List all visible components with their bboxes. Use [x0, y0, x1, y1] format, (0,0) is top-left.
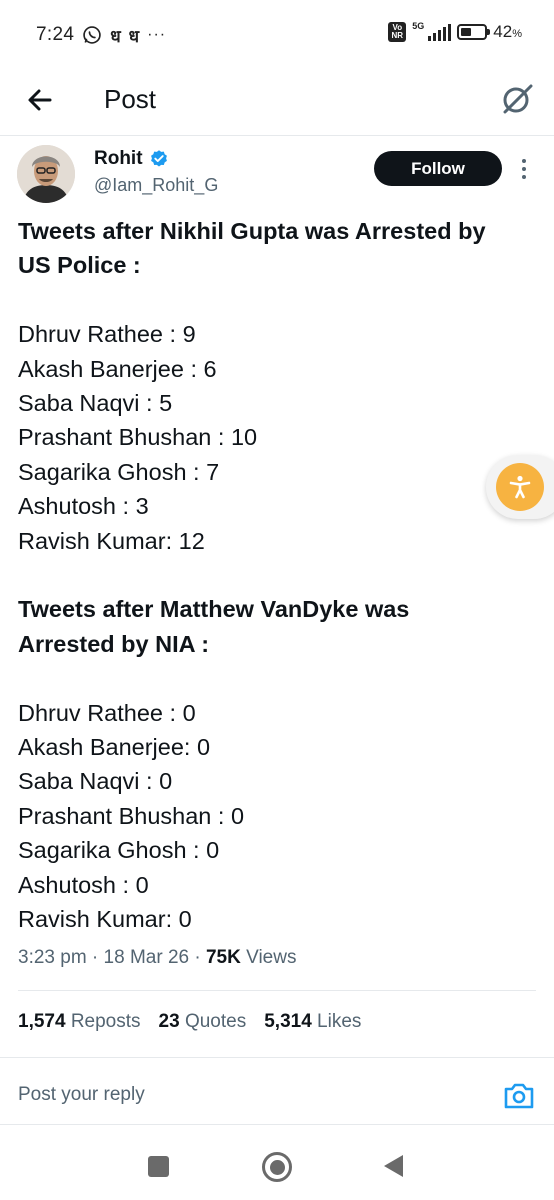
list-item: Sagarika Ghosh : 7 — [18, 458, 220, 485]
list-item: Ravish Kumar: 12 — [18, 527, 205, 554]
follow-button[interactable]: Follow — [374, 151, 502, 186]
status-time: 7:24 — [36, 24, 75, 45]
reposts-link[interactable]: 1,574 Reposts — [18, 1011, 141, 1033]
likes-link[interactable]: 5,314 Likes — [264, 1011, 361, 1033]
divider — [18, 990, 536, 991]
section-heading: US Police : — [18, 252, 141, 279]
post-text: Tweets after Nikhil Gupta was Arrested b… — [18, 214, 538, 936]
author-handle[interactable]: @Iam_Rohit_G — [94, 175, 218, 196]
camera-icon[interactable] — [503, 1081, 535, 1111]
notification-icon: ध — [128, 26, 140, 47]
section-heading: Arrested by NIA : — [18, 630, 210, 657]
reply-input[interactable]: Post your reply — [18, 1084, 145, 1106]
avatar[interactable] — [17, 145, 75, 203]
engagement-stats: 1,574 Reposts 23 Quotes 5,314 Likes — [18, 1011, 361, 1033]
views-label: Views — [246, 947, 297, 968]
back-triangle-icon[interactable] — [384, 1155, 403, 1177]
author-name[interactable]: Rohit — [94, 148, 169, 170]
recent-apps-icon[interactable] — [148, 1156, 169, 1177]
grok-icon[interactable] — [498, 80, 536, 118]
home-icon[interactable] — [262, 1152, 292, 1182]
accessibility-icon — [509, 475, 531, 499]
post-time: 3:23 pm — [18, 947, 87, 968]
volte-icon: Vo NR — [388, 22, 407, 42]
list-item: Dhruv Rathee : 0 — [18, 699, 196, 726]
top-app-bar: Post — [0, 70, 554, 132]
system-navigation-bar — [0, 1125, 554, 1200]
more-notifications-icon: ··· — [147, 26, 167, 43]
list-item: Ashutosh : 0 — [18, 871, 149, 898]
more-options-icon[interactable] — [516, 156, 532, 182]
quotes-link[interactable]: 23 Quotes — [159, 1011, 247, 1033]
battery-percent: 42% — [493, 22, 522, 41]
header-divider — [0, 135, 554, 136]
list-item: Saba Naqvi : 5 — [18, 390, 173, 417]
battery-icon — [457, 24, 491, 40]
views-count: 75K — [205, 947, 241, 968]
list-item: Prashant Bhushan : 0 — [18, 802, 245, 829]
back-arrow-icon[interactable] — [22, 82, 58, 118]
list-item: Akash Banerjee: 0 — [18, 734, 211, 761]
list-item: Dhruv Rathee : 9 — [18, 321, 196, 348]
list-item: Prashant Bhushan : 10 — [18, 424, 258, 451]
post-date: 18 Mar 26 — [103, 947, 190, 968]
post-meta: 3:23 pm · 18 Mar 26 · 75K Views — [18, 947, 297, 968]
section-heading: Tweets after Matthew VanDyke was — [18, 596, 410, 623]
verified-badge-icon — [150, 150, 167, 167]
page-title: Post — [104, 84, 157, 114]
list-item: Ravish Kumar: 0 — [18, 906, 192, 933]
list-item: Sagarika Ghosh : 0 — [18, 837, 220, 864]
network-type: 5G — [412, 21, 425, 31]
accessibility-button[interactable] — [486, 455, 554, 519]
notification-icon: ध — [110, 26, 121, 47]
whatsapp-icon — [83, 26, 101, 44]
section-heading: Tweets after Nikhil Gupta was Arrested b… — [18, 218, 486, 244]
list-item: Ashutosh : 3 — [18, 493, 149, 520]
divider — [0, 1057, 554, 1058]
list-item: Akash Banerjee : 6 — [18, 355, 217, 382]
status-bar: 7:24 ध ध ··· Vo NR 5G 42% — [0, 0, 554, 70]
list-item: Saba Naqvi : 0 — [18, 768, 173, 795]
signal-icon — [428, 23, 452, 41]
